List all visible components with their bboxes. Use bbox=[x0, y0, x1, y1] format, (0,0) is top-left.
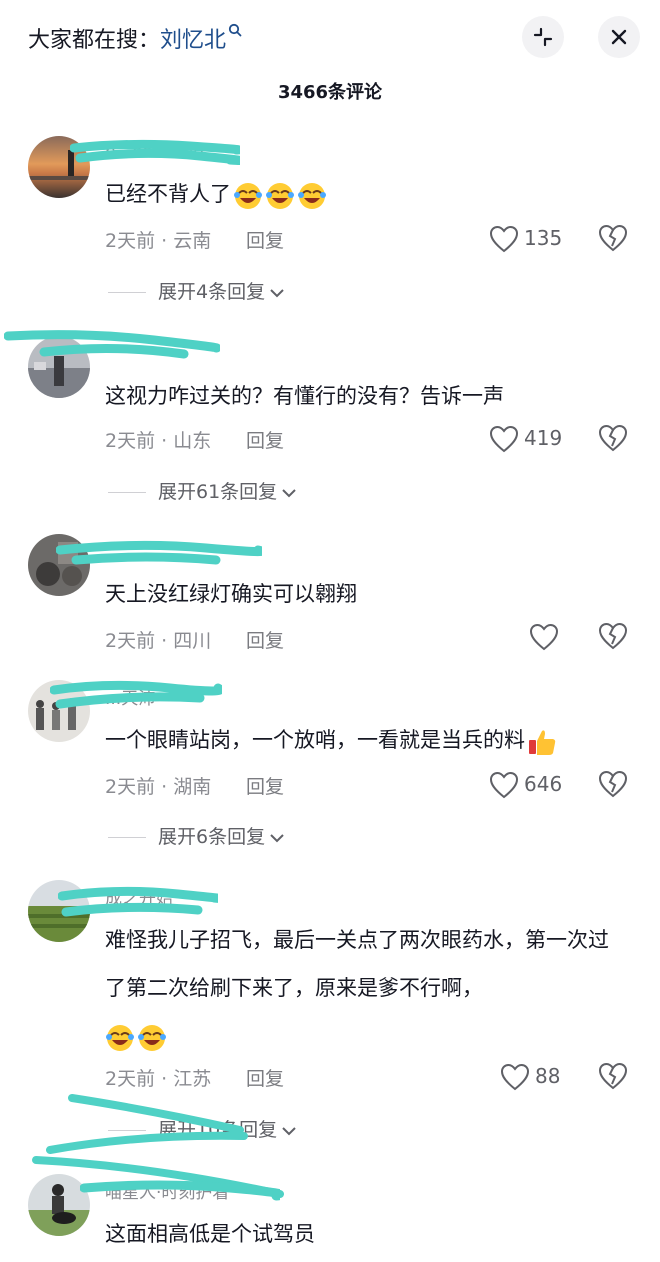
reply-button[interactable]: 回复 bbox=[246, 772, 284, 799]
time-location: 2天前 · 云南 bbox=[105, 230, 212, 252]
heart-icon[interactable] bbox=[500, 1062, 530, 1092]
reply-button[interactable]: 回复 bbox=[246, 1064, 284, 1091]
expand-replies-label: 展开61条回复 bbox=[158, 481, 278, 503]
broken-heart-icon[interactable] bbox=[598, 770, 628, 798]
divider-line bbox=[108, 837, 146, 838]
thumbs-up-icon bbox=[527, 726, 557, 756]
broken-heart-icon[interactable] bbox=[598, 424, 628, 452]
comment-text-body: 已经不背人了 bbox=[105, 182, 231, 206]
heart-icon[interactable] bbox=[529, 622, 559, 652]
comment-text: 已经不背人了 bbox=[105, 170, 625, 218]
heart-icon[interactable] bbox=[489, 770, 519, 800]
expand-replies-label: 展开6条回复 bbox=[158, 826, 266, 848]
heart-icon[interactable] bbox=[489, 424, 519, 454]
avatar[interactable] bbox=[28, 880, 90, 942]
comment-text: 一个眼睛站岗，一个放哨，一看就是当兵的料 bbox=[105, 716, 645, 764]
avatar[interactable] bbox=[28, 1174, 90, 1236]
comment-text-body: 难怪我儿子招飞，最后一关点了两次眼药水，第一次过了第二次给刷下来了，原来是爹不行… bbox=[105, 928, 609, 1000]
expand-replies[interactable]: 展开10条回复 bbox=[108, 1115, 297, 1142]
trending-search-hint[interactable]: 大家都在搜：刘忆北 bbox=[28, 22, 242, 54]
chevron-down-icon bbox=[282, 1126, 296, 1135]
broken-heart-icon[interactable] bbox=[598, 1062, 628, 1090]
divider-line bbox=[108, 492, 146, 493]
expand-button[interactable] bbox=[522, 16, 564, 58]
comment-count: 3466条评论 bbox=[277, 82, 383, 103]
broken-heart-icon[interactable] bbox=[598, 224, 628, 252]
close-icon bbox=[611, 29, 627, 45]
time-location: 2天前 · 湖南 bbox=[105, 776, 212, 798]
laugh-cry-icon bbox=[105, 1022, 135, 1052]
time-location: 2天前 · 山东 bbox=[105, 430, 212, 452]
avatar[interactable] bbox=[28, 136, 90, 198]
avatar[interactable] bbox=[28, 680, 90, 742]
collapse-arrows-icon bbox=[533, 27, 553, 47]
like-count: 419 bbox=[524, 426, 563, 450]
username[interactable]: b...ea.wend bbox=[105, 142, 204, 162]
expand-replies[interactable]: 展开6条回复 bbox=[108, 822, 285, 849]
avatar[interactable] bbox=[28, 336, 90, 398]
comment-text: 这面相高低是个试驾员 bbox=[105, 1222, 315, 1246]
laugh-cry-icon bbox=[265, 180, 295, 210]
reply-button[interactable]: 回复 bbox=[246, 226, 284, 253]
chevron-down-icon bbox=[270, 833, 284, 842]
broken-heart-icon[interactable] bbox=[598, 622, 628, 650]
close-button[interactable] bbox=[598, 16, 640, 58]
laugh-cry-icon bbox=[137, 1022, 167, 1052]
comment-text: 难怪我儿子招飞，最后一关点了两次眼药水，第一次过了第二次给刷下来了，原来是爹不行… bbox=[105, 916, 625, 1060]
username[interactable]: 喵星人·时刻护着 bbox=[105, 1178, 229, 1203]
laugh-cry-icon bbox=[297, 180, 327, 210]
laugh-cry-icon bbox=[233, 180, 263, 210]
chevron-down-icon bbox=[270, 288, 284, 297]
username[interactable]: 成之开始 bbox=[105, 884, 173, 909]
search-prefix: 大家都在搜： bbox=[28, 28, 161, 53]
comments-header: 大家都在搜：刘忆北 3466条评论 bbox=[0, 0, 660, 110]
username[interactable]: ...天沛 bbox=[105, 684, 155, 709]
heart-icon[interactable] bbox=[489, 224, 519, 254]
avatar[interactable] bbox=[28, 534, 90, 596]
like-count: 88 bbox=[535, 1064, 561, 1088]
expand-replies-label: 展开10条回复 bbox=[158, 1119, 278, 1141]
search-icon bbox=[228, 18, 242, 37]
expand-replies[interactable]: 展开61条回复 bbox=[108, 477, 297, 504]
time-location: 2天前 · 四川 bbox=[105, 630, 212, 652]
reply-button[interactable]: 回复 bbox=[246, 426, 284, 453]
reply-button[interactable]: 回复 bbox=[246, 626, 284, 653]
divider-line bbox=[108, 1130, 146, 1131]
comment-text: 这视力咋过关的？有懂行的没有？告诉一声 bbox=[105, 384, 504, 408]
chevron-down-icon bbox=[282, 488, 296, 497]
time-location: 2天前 · 江苏 bbox=[105, 1068, 212, 1090]
like-count: 646 bbox=[524, 772, 563, 796]
like-count: 135 bbox=[524, 226, 563, 250]
comment-text: 天上没红绿灯确实可以翱翔 bbox=[105, 582, 357, 606]
expand-replies-label: 展开4条回复 bbox=[158, 281, 266, 303]
search-keyword[interactable]: 刘忆北 bbox=[160, 28, 226, 53]
divider-line bbox=[108, 292, 146, 293]
comment-text-body: 一个眼睛站岗，一个放哨，一看就是当兵的料 bbox=[105, 728, 525, 752]
expand-replies[interactable]: 展开4条回复 bbox=[108, 277, 285, 304]
